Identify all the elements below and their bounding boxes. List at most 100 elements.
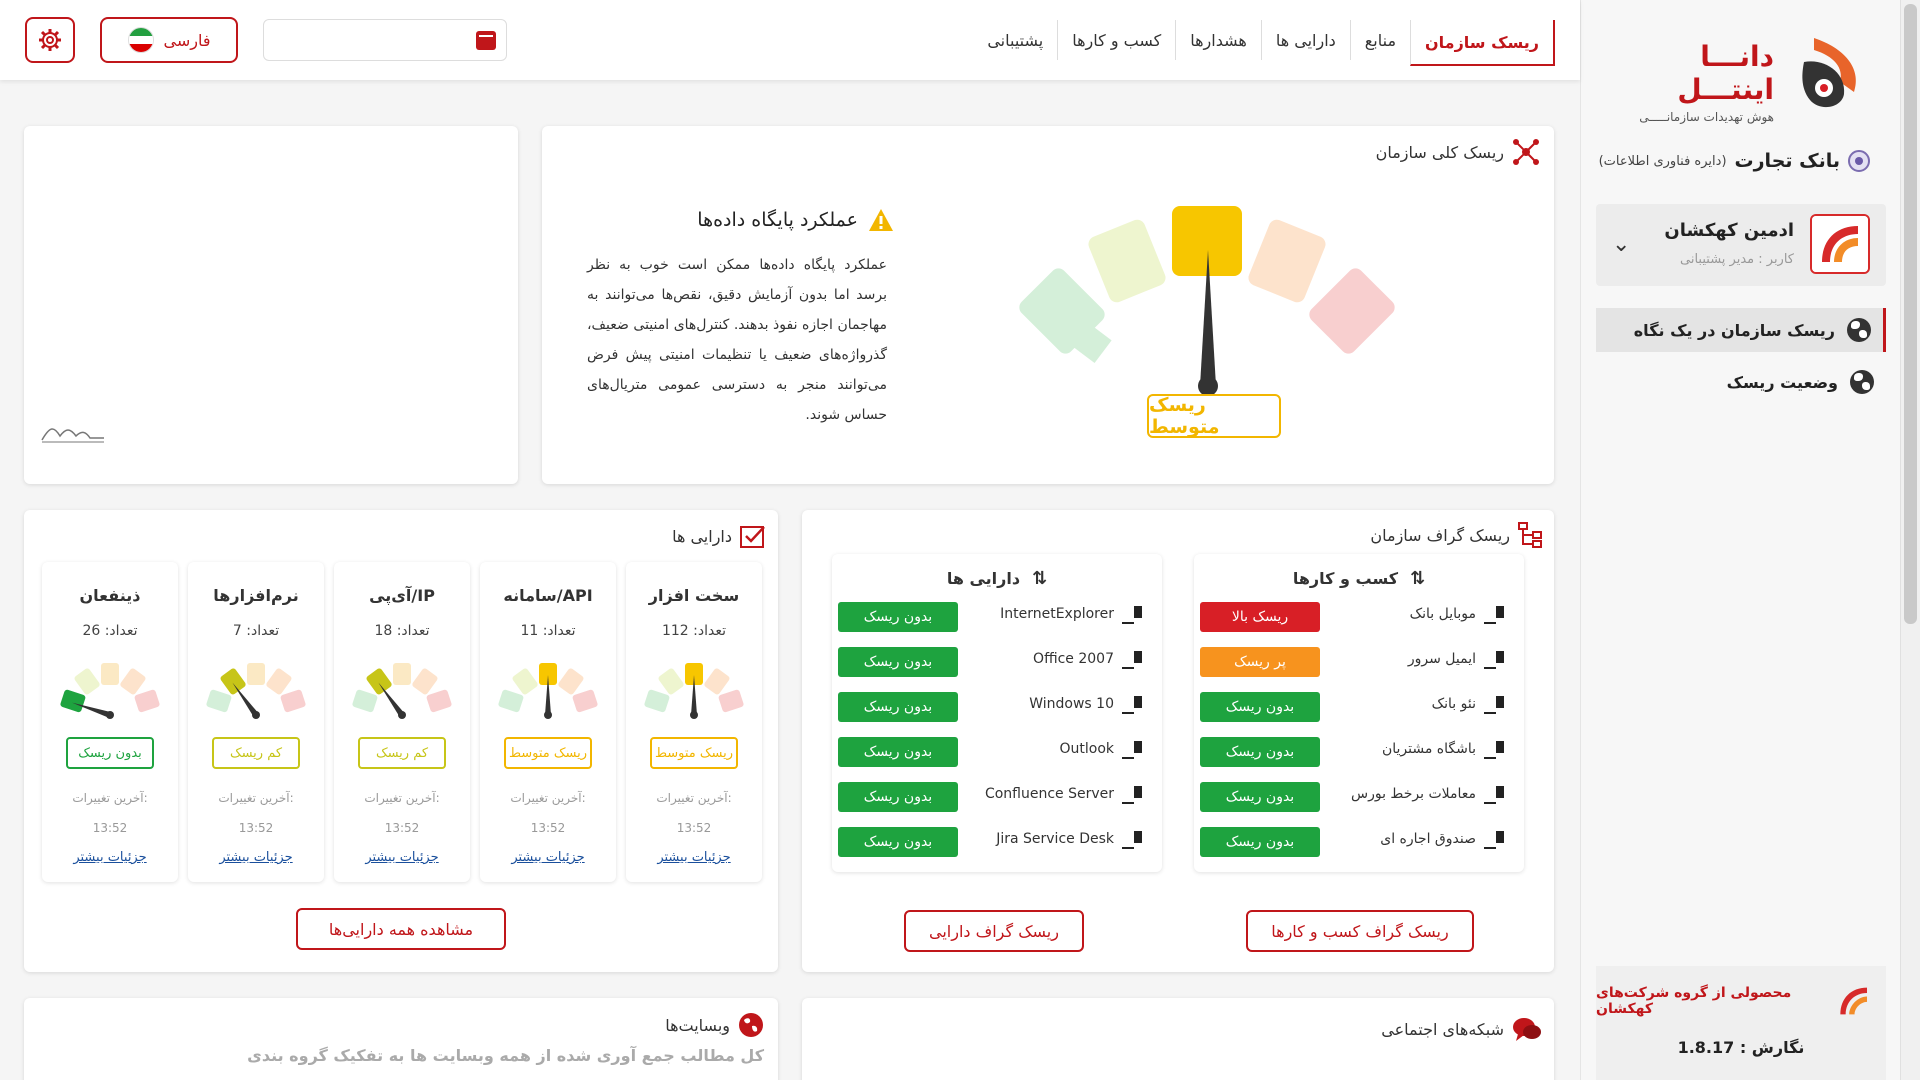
scrollbar-thumb[interactable]	[1904, 4, 1917, 624]
user-card[interactable]: ادمین کهکشان کاربر : مدیر پشتیبانی ⌄	[1596, 204, 1886, 286]
organization-dept: (دایره فناوری اطلاعات)	[1598, 153, 1727, 169]
risk-pill: بدون ریسک	[838, 647, 958, 677]
asset-count: تعداد: 7	[232, 623, 280, 639]
gauge-segment	[393, 663, 411, 685]
more-details-link[interactable]: جزئیات بیشتر	[188, 843, 324, 873]
asset-risk-gauge	[498, 663, 598, 719]
company-logo-icon	[1839, 987, 1867, 1015]
table-row[interactable]: Jira Service Desk بدون ریسک	[838, 827, 1156, 857]
nav-item-risk-overview[interactable]: ریسک سازمان در یک نگاه	[1596, 308, 1886, 352]
overall-risk-badge: ریسک متوسط	[1147, 394, 1281, 438]
sort-icon[interactable]: ⇅	[1410, 568, 1425, 589]
last-change-time: 13:52	[238, 821, 274, 835]
asset-count: تعداد: 11	[520, 623, 576, 639]
asset-risk-badge: کم ریسک	[358, 737, 446, 769]
more-details-link[interactable]: جزئیات بیشتر	[480, 843, 616, 873]
asset-risk-gauge	[352, 663, 452, 719]
bubble-exchange[interactable]: معاملات برخط بورس	[208, 142, 332, 266]
table-row[interactable]: ایمیل سرور پر ریسک	[1200, 647, 1518, 677]
gauge-segment	[352, 689, 378, 713]
gauge-segment-minor	[1088, 219, 1166, 303]
scrollbar[interactable]	[1900, 0, 1920, 1080]
gauge-segment	[704, 668, 730, 695]
table-row[interactable]: Windows 10 بدون ریسک	[838, 692, 1156, 722]
table-row[interactable]: Office 2007 بدون ریسک	[838, 647, 1156, 677]
gauge-segment	[718, 689, 744, 713]
risk-pill: بدون ریسک	[838, 692, 958, 722]
chart-icon[interactable]	[40, 422, 106, 444]
table-row[interactable]: نئو بانک بدون ریسک	[1200, 692, 1518, 722]
tab-alerts[interactable]: هشدارها	[1175, 20, 1261, 60]
bubble-loans[interactable]: تسهیلات	[280, 262, 378, 360]
table-row[interactable]: صندوق اجاره ای بدون ریسک	[1200, 827, 1518, 857]
calendar-icon[interactable]	[476, 31, 496, 50]
tab-sources[interactable]: منابع	[1349, 20, 1410, 60]
bubble-neo-bank[interactable]: نئو بانک	[388, 302, 484, 398]
table-row[interactable]: Outlook بدون ریسک	[838, 737, 1156, 767]
business-panel-header: کسب و کارها ⇅	[1292, 568, 1426, 589]
brand-logo[interactable]: دانـــا اینتـــل هوش تهدیدات سازمانـــــ…	[1630, 28, 1870, 124]
table-row[interactable]: Confluence Server بدون ریسک	[838, 782, 1156, 812]
chevron-down-icon[interactable]: ⌄	[1612, 232, 1630, 257]
table-row[interactable]: موبایل بانک ریسک بالا	[1200, 602, 1518, 632]
tree-node-icon	[1122, 606, 1142, 624]
asset-risk-badge: ریسک متوسط	[650, 737, 738, 769]
tab-support[interactable]: پشتیبانی	[973, 20, 1057, 60]
more-details-link[interactable]: جزئیات بیشتر	[334, 843, 470, 873]
bubble-tejarat-family[interactable]: خانواده تجارت	[86, 172, 196, 282]
bubble-mail-server[interactable]: ایمیل سرور	[342, 172, 446, 276]
table-row[interactable]: معاملات برخط بورس بدون ریسک	[1200, 782, 1518, 812]
globe-icon	[1850, 370, 1874, 394]
sidebar: دانـــا اینتـــل هوش تهدیدات سازمانـــــ…	[1580, 0, 1920, 1080]
date-input[interactable]	[263, 19, 507, 61]
gauge-segment	[134, 689, 160, 713]
gauge-segment	[426, 689, 452, 713]
language-label: فارسی	[163, 30, 211, 50]
gauge-segment	[206, 689, 232, 713]
tree-node-icon	[1484, 606, 1504, 624]
gauge-segment	[101, 663, 119, 685]
gauge-segment	[644, 689, 670, 713]
checkbox-icon	[740, 526, 765, 548]
chat-icon	[1513, 1018, 1541, 1041]
gauge-segment	[498, 689, 524, 713]
risk-pill: بدون ریسک	[1200, 692, 1320, 722]
gauge-segment	[120, 668, 146, 695]
table-row[interactable]: باشگاه مشتریان بدون ریسک	[1200, 737, 1518, 767]
asset-name: ذینفعان	[79, 586, 141, 605]
gauge-segment	[366, 668, 392, 695]
org-risk-graph-title: ریسک گراف سازمان	[1370, 522, 1542, 548]
business-graph-button[interactable]: ریسک گراف کسب و کارها	[1246, 910, 1474, 952]
tab-business[interactable]: کسب و کارها	[1057, 20, 1175, 60]
assets-title: دارایی ها	[672, 524, 766, 548]
table-row[interactable]: InternetExplorer بدون ریسک	[838, 602, 1156, 632]
websites-subtitle: کل مطالب جمع آوری شده از همه وبسایت ها ب…	[247, 1046, 764, 1065]
asset-column: سخت افزار تعداد: 112 ریسک متوسط آخرین تغ…	[626, 562, 762, 882]
tab-org-risk[interactable]: ریسک سازمان	[1410, 20, 1555, 66]
sort-icon[interactable]: ⇅	[1032, 568, 1047, 589]
organization-icon	[1848, 150, 1870, 172]
asset-column: سامانه/API تعداد: 11 ریسک متوسط آخرین تغ…	[480, 562, 616, 882]
db-performance-text: عملکرد پایگاه داده‌ها ممکن است خوب به نظ…	[587, 257, 887, 423]
overall-risk-gauge	[1019, 206, 1395, 396]
gauge-segment-critical	[1309, 268, 1395, 354]
nav-item-risk-status[interactable]: وضعیت ریسک	[1596, 360, 1886, 404]
asset-graph-button[interactable]: ریسک گراف دارایی	[904, 910, 1084, 952]
tab-assets[interactable]: دارایی ها	[1260, 20, 1350, 60]
bubble-lease-fund[interactable]: صندوق اجاره ای	[222, 362, 338, 478]
more-details-link[interactable]: جزئیات بیشتر	[42, 843, 178, 873]
globe-icon	[739, 1013, 763, 1037]
settings-button[interactable]	[25, 17, 75, 63]
view-all-assets-button[interactable]: مشاهده همه دارایی‌ها	[296, 908, 506, 950]
risk-pill: بدون ریسک	[1200, 737, 1320, 767]
last-change-time: 13:52	[384, 821, 420, 835]
last-change-time: 13:52	[92, 821, 128, 835]
bubble-mobile-bank[interactable]: موبایل بانک	[62, 282, 152, 372]
language-button[interactable]: فارسی	[100, 17, 238, 63]
more-details-link[interactable]: جزئیات بیشتر	[626, 843, 762, 873]
bubble-customer-club[interactable]: باشگاه مشتریان	[164, 266, 268, 370]
risk-pill: بدون ریسک	[838, 782, 958, 812]
gauge-segment	[60, 689, 86, 713]
business-bubbles-card: معاملات برخط بورس خانواده تجارت ایمیل سر…	[24, 126, 518, 484]
risk-pill: بدون ریسک	[1200, 827, 1320, 857]
